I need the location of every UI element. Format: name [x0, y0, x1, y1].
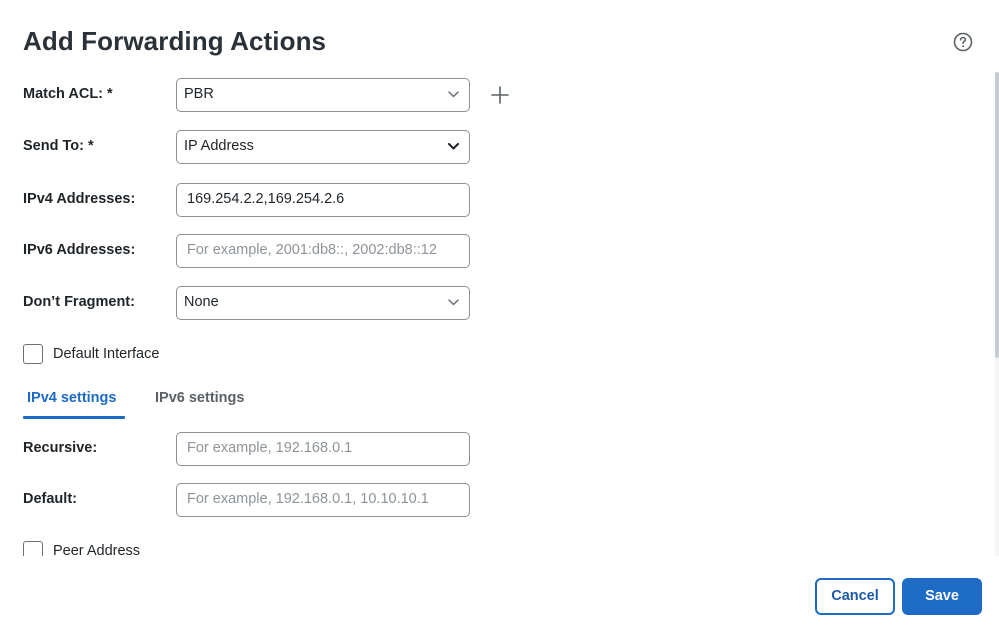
ipv4-addresses-row: IPv4 Addresses: 169.254.2.2,169.254.2.6 [23, 183, 583, 217]
ipv4-addresses-label: IPv4 Addresses: [23, 191, 136, 207]
form-scroll-area[interactable]: Match ACL: * PBR Send To: * IP Address I… [0, 72, 999, 556]
active-tab-indicator [23, 416, 125, 419]
send-to-select[interactable]: IP Address [176, 130, 470, 164]
dialog-title: Add Forwarding Actions [23, 26, 327, 56]
chevron-down-icon [448, 91, 459, 98]
scrollbar-thumb[interactable] [995, 72, 999, 358]
add-forwarding-actions-dialog: Add Forwarding Actions Match ACL: * PBR … [0, 0, 999, 637]
ipv6-addresses-input[interactable]: For example, 2001:db8::, 2002:db8::12 [176, 234, 470, 268]
peer-address-row: Peer Address [23, 541, 323, 556]
ipv6-addresses-label: IPv6 Addresses: [23, 242, 136, 258]
help-icon[interactable] [953, 32, 973, 52]
default-row: Default: For example, 192.168.0.1, 10.10… [23, 483, 583, 517]
ipv6-addresses-row: IPv6 Addresses: For example, 2001:db8::,… [23, 234, 583, 268]
recursive-label: Recursive: [23, 440, 98, 456]
recursive-row: Recursive: For example, 192.168.0.1 [23, 432, 583, 466]
ipv4-addresses-input[interactable]: 169.254.2.2,169.254.2.6 [176, 183, 470, 217]
match-acl-select[interactable]: PBR [176, 78, 470, 112]
settings-tabs: IPv4 settings IPv6 settings [23, 382, 323, 420]
default-input[interactable]: For example, 192.168.0.1, 10.10.10.1 [176, 483, 470, 517]
dont-fragment-row: Don’t Fragment: None [23, 286, 583, 320]
match-acl-label: Match ACL: * [23, 86, 113, 102]
send-to-value: IP Address [184, 138, 254, 154]
default-label: Default: [23, 491, 77, 507]
send-to-row: Send To: * IP Address [23, 130, 583, 164]
default-interface-checkbox[interactable] [23, 344, 43, 364]
recursive-input[interactable]: For example, 192.168.0.1 [176, 432, 470, 466]
plus-icon[interactable] [490, 85, 510, 105]
chevron-down-icon [448, 299, 459, 306]
default-interface-label: Default Interface [53, 346, 160, 362]
tab-ipv4-settings[interactable]: IPv4 settings [27, 390, 116, 406]
tab-ipv6-settings[interactable]: IPv6 settings [155, 390, 244, 406]
dont-fragment-label: Don’t Fragment: [23, 294, 135, 310]
cancel-button[interactable]: Cancel [815, 578, 895, 615]
send-to-label: Send To: * [23, 138, 94, 154]
dont-fragment-select[interactable]: None [176, 286, 470, 320]
default-interface-row: Default Interface [23, 344, 323, 366]
match-acl-value: PBR [184, 86, 214, 102]
save-button[interactable]: Save [902, 578, 982, 615]
chevron-down-icon [448, 143, 459, 150]
peer-address-checkbox[interactable] [23, 541, 43, 556]
peer-address-label: Peer Address [53, 543, 141, 556]
match-acl-row: Match ACL: * PBR [23, 78, 583, 112]
dont-fragment-value: None [184, 294, 219, 310]
